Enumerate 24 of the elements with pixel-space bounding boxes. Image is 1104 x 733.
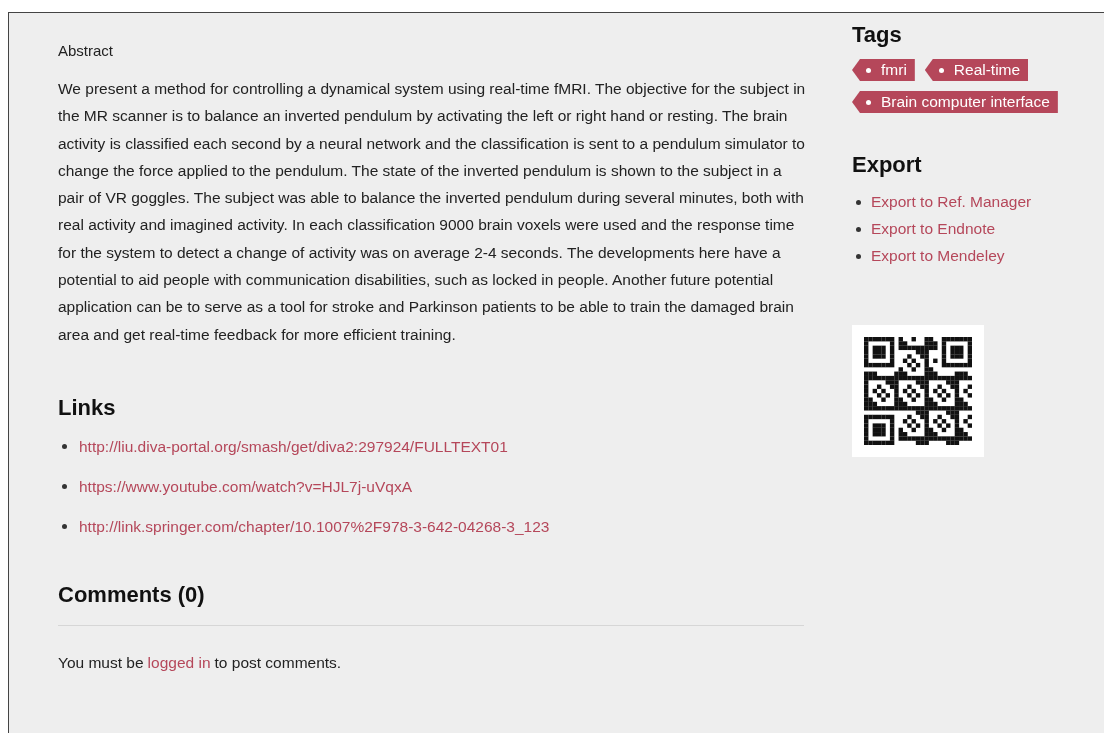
tag-chip[interactable]: fmri xyxy=(852,59,915,81)
url-link[interactable]: http://liu.diva-portal.org/smash/get/diva2:297924/FULLTEXT01 xyxy=(79,435,508,458)
url-link[interactable]: https://www.youtube.com/watch?v=HJL7j-uVqxA xyxy=(79,475,412,498)
login-link[interactable]: logged in xyxy=(147,651,211,674)
section-label: Abstract xyxy=(58,41,115,61)
export-link[interactable]: Export to Mendeley xyxy=(871,245,1005,267)
bullet-icon xyxy=(62,524,67,530)
bullet-icon xyxy=(856,226,861,232)
export-link[interactable]: Export to Ref. Manager xyxy=(871,191,1032,213)
bullet-icon xyxy=(856,253,861,259)
tag-chip[interactable]: Real-time xyxy=(924,59,1029,81)
abstract-paragraph: We present a method for controlling a dynamical system using real-time fMRI. The objective for the subject in the MR scanner is to balance an inverted pendulum by activating the left or right hand or resting. The brain activity is classified each second by a neural network and the classification is sent to a pendulum simulator to change the force applied to the pendulum. The state of the inverted pendulum is shown to the subject in a pair of VR goggles. The subject was able to balance the inverted pendulum during several minutes, both with real activity and imagined activity. In each classification 9000 brain voxels were used and the response time for the system to detect a change of activity was on average 2-4 seconds. The developments here have a potential to aid people with communication disabilities, such as locked in people. Another future potential application can be to serve as a tool for stroke and Parkinson patients to be able to train the damaged brain area and get real-time feedback for more efficient training. xyxy=(58,79,806,345)
bullet-icon xyxy=(856,199,861,205)
bullet-icon xyxy=(62,484,67,490)
login-notice: You must be xyxy=(58,652,144,673)
url-link[interactable]: http://link.springer.com/chapter/10.1007%2F978-3-642-04268-3_123 xyxy=(79,515,550,538)
bullet-icon xyxy=(62,444,67,450)
tag-chip[interactable]: Brain computer interface xyxy=(852,91,1058,113)
section-heading: Links xyxy=(58,393,117,422)
section-heading: Export xyxy=(852,151,923,179)
section-heading: Comments (0) xyxy=(58,580,206,609)
export-link[interactable]: Export to Endnote xyxy=(871,218,996,240)
login-notice: to post comments. xyxy=(214,652,342,673)
section-heading: Tags xyxy=(852,21,903,49)
